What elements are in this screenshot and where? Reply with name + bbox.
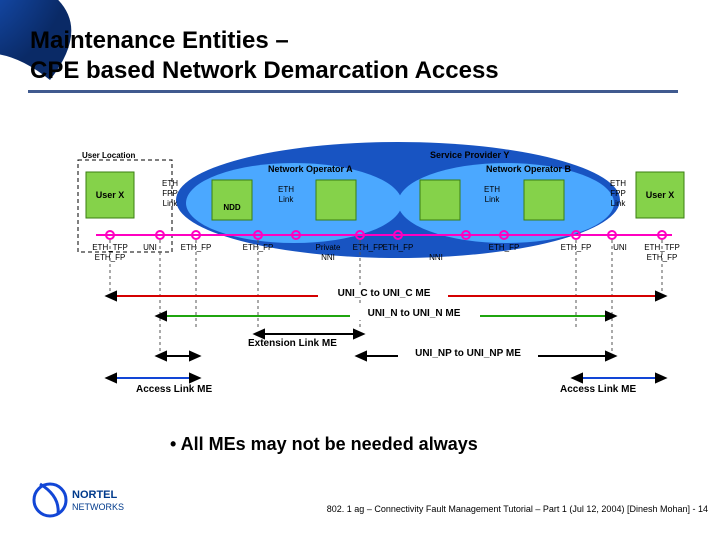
eth-fpp-left-2: FPP [162, 189, 178, 198]
l-fp3: ETH_FP [353, 243, 384, 252]
svg-text:NORTEL: NORTEL [72, 489, 118, 501]
diagram: Service Provider Y Network Operator A Ne… [78, 142, 684, 395]
l-uni2: UNI [613, 243, 627, 252]
bullet-text: • All MEs may not be needed always [170, 434, 478, 454]
l-fp5: ETH_FP [489, 243, 520, 252]
footer-text: 802. 1 ag – Connectivity Fault Managemen… [327, 504, 708, 514]
opB-switch1 [420, 180, 460, 220]
l-nni: NNI [429, 253, 443, 262]
me-ext-label: Extension Link ME [248, 338, 337, 349]
title-underline [28, 90, 678, 93]
eth-link-mid-2: Link [279, 195, 295, 204]
user-x-right: User X [646, 190, 675, 200]
me-uni-np-label: UNI_NP to UNI_NP ME [415, 348, 521, 359]
svg-text:NETWORKS: NETWORKS [72, 502, 124, 512]
eth-link-r-2: Link [485, 195, 501, 204]
eth-link-r-1: ETH [484, 185, 500, 194]
ndd-box [212, 180, 252, 220]
user-x-left: User X [96, 190, 125, 200]
me-acc-left-label: Access Link ME [136, 384, 212, 395]
eth-fpp-right-2: FPP [610, 189, 626, 198]
nortel-logo: NORTEL NETWORKS [34, 484, 124, 516]
me-uni-n-label: UNI_N to UNI_N ME [368, 308, 461, 319]
l-priv1: Private [316, 243, 341, 252]
eth-fpp-left-1: ETH [162, 179, 178, 188]
net-a-label: Network Operator A [268, 164, 353, 174]
l-fp4: ETH_FP [383, 243, 414, 252]
eth-fpp-right-3: Link [611, 199, 627, 208]
l-priv2: NNI [321, 253, 335, 262]
me-uni-c-label: UNI_C to UNI_C ME [338, 288, 431, 299]
eth-fpp-right-1: ETH [610, 179, 626, 188]
me-acc-right-label: Access Link ME [560, 384, 636, 395]
net-b-label: Network Operator B [486, 164, 572, 174]
eth-fpp-left-3: Link [163, 199, 179, 208]
page-title-2: CPE based Network Demarcation Access [30, 57, 499, 84]
opB-switch2 [524, 180, 564, 220]
page-title-1: Maintenance Entities – [30, 27, 289, 54]
l-uni1: UNI [143, 243, 157, 252]
user-location-label: User Location [82, 151, 135, 160]
service-provider-label: Service Provider Y [430, 150, 509, 160]
opA-switch [316, 180, 356, 220]
eth-link-mid-1: ETH [278, 185, 294, 194]
ndd-label: NDD [223, 203, 241, 212]
